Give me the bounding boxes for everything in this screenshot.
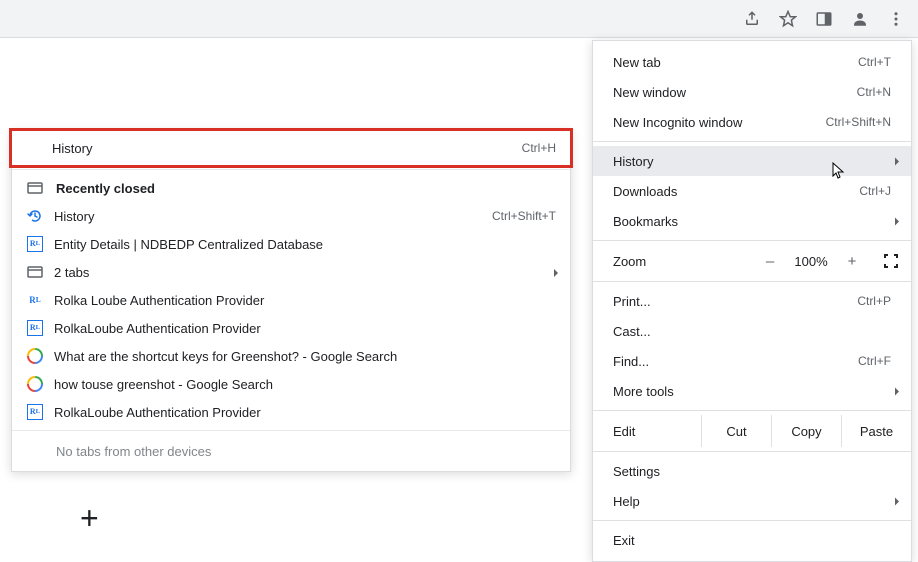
chevron-right-icon: [552, 265, 560, 280]
submenu-item[interactable]: RL RolkaLoube Authentication Provider: [12, 398, 570, 426]
history-submenu: History Ctrl+H Recently closed History C…: [11, 130, 571, 472]
copy-button[interactable]: Copy: [771, 415, 841, 447]
submenu-label: What are the shortcut keys for Greenshot…: [54, 349, 556, 364]
menu-separator: [593, 451, 911, 452]
submenu-label: History: [54, 209, 482, 224]
submenu-label: RolkaLoube Authentication Provider: [54, 405, 556, 420]
share-icon[interactable]: [738, 5, 766, 33]
menu-separator: [593, 141, 911, 142]
menu-item-find[interactable]: Find... Ctrl+F: [593, 346, 911, 376]
menu-icon[interactable]: [882, 5, 910, 33]
submenu-item[interactable]: RL RolkaLoube Authentication Provider: [12, 314, 570, 342]
menu-label: More tools: [613, 384, 891, 399]
menu-shortcut: Ctrl+N: [857, 85, 891, 99]
profile-icon[interactable]: [846, 5, 874, 33]
menu-label: Settings: [613, 464, 891, 479]
chevron-right-icon: [893, 384, 901, 399]
star-icon[interactable]: [774, 5, 802, 33]
tabs-icon: [26, 263, 44, 281]
menu-shortcut: Ctrl+Shift+N: [826, 115, 891, 129]
menu-shortcut: Ctrl+F: [858, 354, 891, 368]
menu-shortcut: Ctrl+J: [859, 184, 891, 198]
edit-label: Edit: [593, 415, 701, 447]
submenu-heading-recently-closed: Recently closed: [12, 174, 570, 202]
main-menu: New tab Ctrl+T New window Ctrl+N New Inc…: [592, 40, 912, 562]
menu-item-print[interactable]: Print... Ctrl+P: [593, 286, 911, 316]
submenu-separator: [12, 169, 570, 170]
menu-item-cast[interactable]: Cast...: [593, 316, 911, 346]
menu-label: New Incognito window: [613, 115, 826, 130]
menu-item-history[interactable]: History: [593, 146, 911, 176]
zoom-out-button[interactable]: –: [751, 253, 789, 270]
browser-toolbar: [0, 0, 918, 38]
submenu-shortcut: Ctrl+Shift+T: [492, 209, 556, 223]
menu-label: Find...: [613, 354, 858, 369]
cut-button[interactable]: Cut: [701, 415, 771, 447]
chevron-right-icon: [893, 214, 901, 229]
menu-item-new-tab[interactable]: New tab Ctrl+T: [593, 47, 911, 77]
google-favicon-icon: [26, 375, 44, 393]
menu-zoom-row: Zoom – 100% +: [593, 245, 911, 277]
menu-item-exit[interactable]: Exit: [593, 525, 911, 555]
menu-label: New window: [613, 85, 857, 100]
menu-label: New tab: [613, 55, 858, 70]
menu-item-new-incognito[interactable]: New Incognito window Ctrl+Shift+N: [593, 107, 911, 137]
fullscreen-icon[interactable]: [871, 254, 911, 268]
paste-button[interactable]: Paste: [841, 415, 911, 447]
menu-label: Cast...: [613, 324, 891, 339]
reading-list-icon[interactable]: [810, 5, 838, 33]
submenu-item[interactable]: RL Rolka Loube Authentication Provider: [12, 286, 570, 314]
menu-item-help[interactable]: Help: [593, 486, 911, 516]
submenu-label: Rolka Loube Authentication Provider: [54, 293, 556, 308]
menu-label: Bookmarks: [613, 214, 891, 229]
menu-item-settings[interactable]: Settings: [593, 456, 911, 486]
submenu-separator: [12, 430, 570, 431]
submenu-label: how touse greenshot - Google Search: [54, 377, 556, 392]
menu-item-new-window[interactable]: New window Ctrl+N: [593, 77, 911, 107]
menu-label: Help: [613, 494, 891, 509]
submenu-item[interactable]: RL Entity Details | NDBEDP Centralized D…: [12, 230, 570, 258]
menu-separator: [593, 520, 911, 521]
menu-label: Exit: [613, 533, 891, 548]
submenu-shortcut: Ctrl+H: [522, 141, 556, 155]
submenu-label: RolkaLoube Authentication Provider: [54, 321, 556, 336]
add-shortcut-button[interactable]: +: [80, 500, 99, 537]
submenu-footer: No tabs from other devices: [12, 435, 570, 467]
menu-label: Downloads: [613, 184, 859, 199]
chevron-right-icon: [893, 154, 901, 169]
menu-shortcut: Ctrl+P: [857, 294, 891, 308]
rl-favicon-icon: RL: [26, 403, 44, 421]
zoom-label: Zoom: [613, 254, 751, 269]
menu-label: History: [613, 154, 891, 169]
menu-item-downloads[interactable]: Downloads Ctrl+J: [593, 176, 911, 206]
submenu-item[interactable]: how touse greenshot - Google Search: [12, 370, 570, 398]
zoom-value: 100%: [789, 254, 833, 269]
menu-separator: [593, 240, 911, 241]
restore-icon: [26, 207, 44, 225]
menu-edit-row: Edit Cut Copy Paste: [593, 415, 911, 447]
submenu-label: History: [52, 141, 512, 156]
rl-favicon-icon: RL: [26, 319, 44, 337]
menu-item-bookmarks[interactable]: Bookmarks: [593, 206, 911, 236]
menu-item-more-tools[interactable]: More tools: [593, 376, 911, 406]
submenu-item[interactable]: History Ctrl+Shift+T: [12, 202, 570, 230]
rl-favicon-icon: RL: [26, 291, 44, 309]
google-favicon-icon: [26, 347, 44, 365]
submenu-item-tabs[interactable]: 2 tabs: [12, 258, 570, 286]
submenu-label: 2 tabs: [54, 265, 556, 280]
menu-shortcut: Ctrl+T: [858, 55, 891, 69]
submenu-label: Entity Details | NDBEDP Centralized Data…: [54, 237, 556, 252]
menu-separator: [593, 410, 911, 411]
chevron-right-icon: [893, 494, 901, 509]
submenu-item-history[interactable]: History Ctrl+H: [9, 128, 573, 168]
menu-separator: [593, 281, 911, 282]
rl-favicon-icon: RL: [26, 235, 44, 253]
zoom-in-button[interactable]: +: [833, 253, 871, 270]
window-icon: [26, 179, 44, 197]
menu-label: Print...: [613, 294, 857, 309]
submenu-item[interactable]: What are the shortcut keys for Greenshot…: [12, 342, 570, 370]
